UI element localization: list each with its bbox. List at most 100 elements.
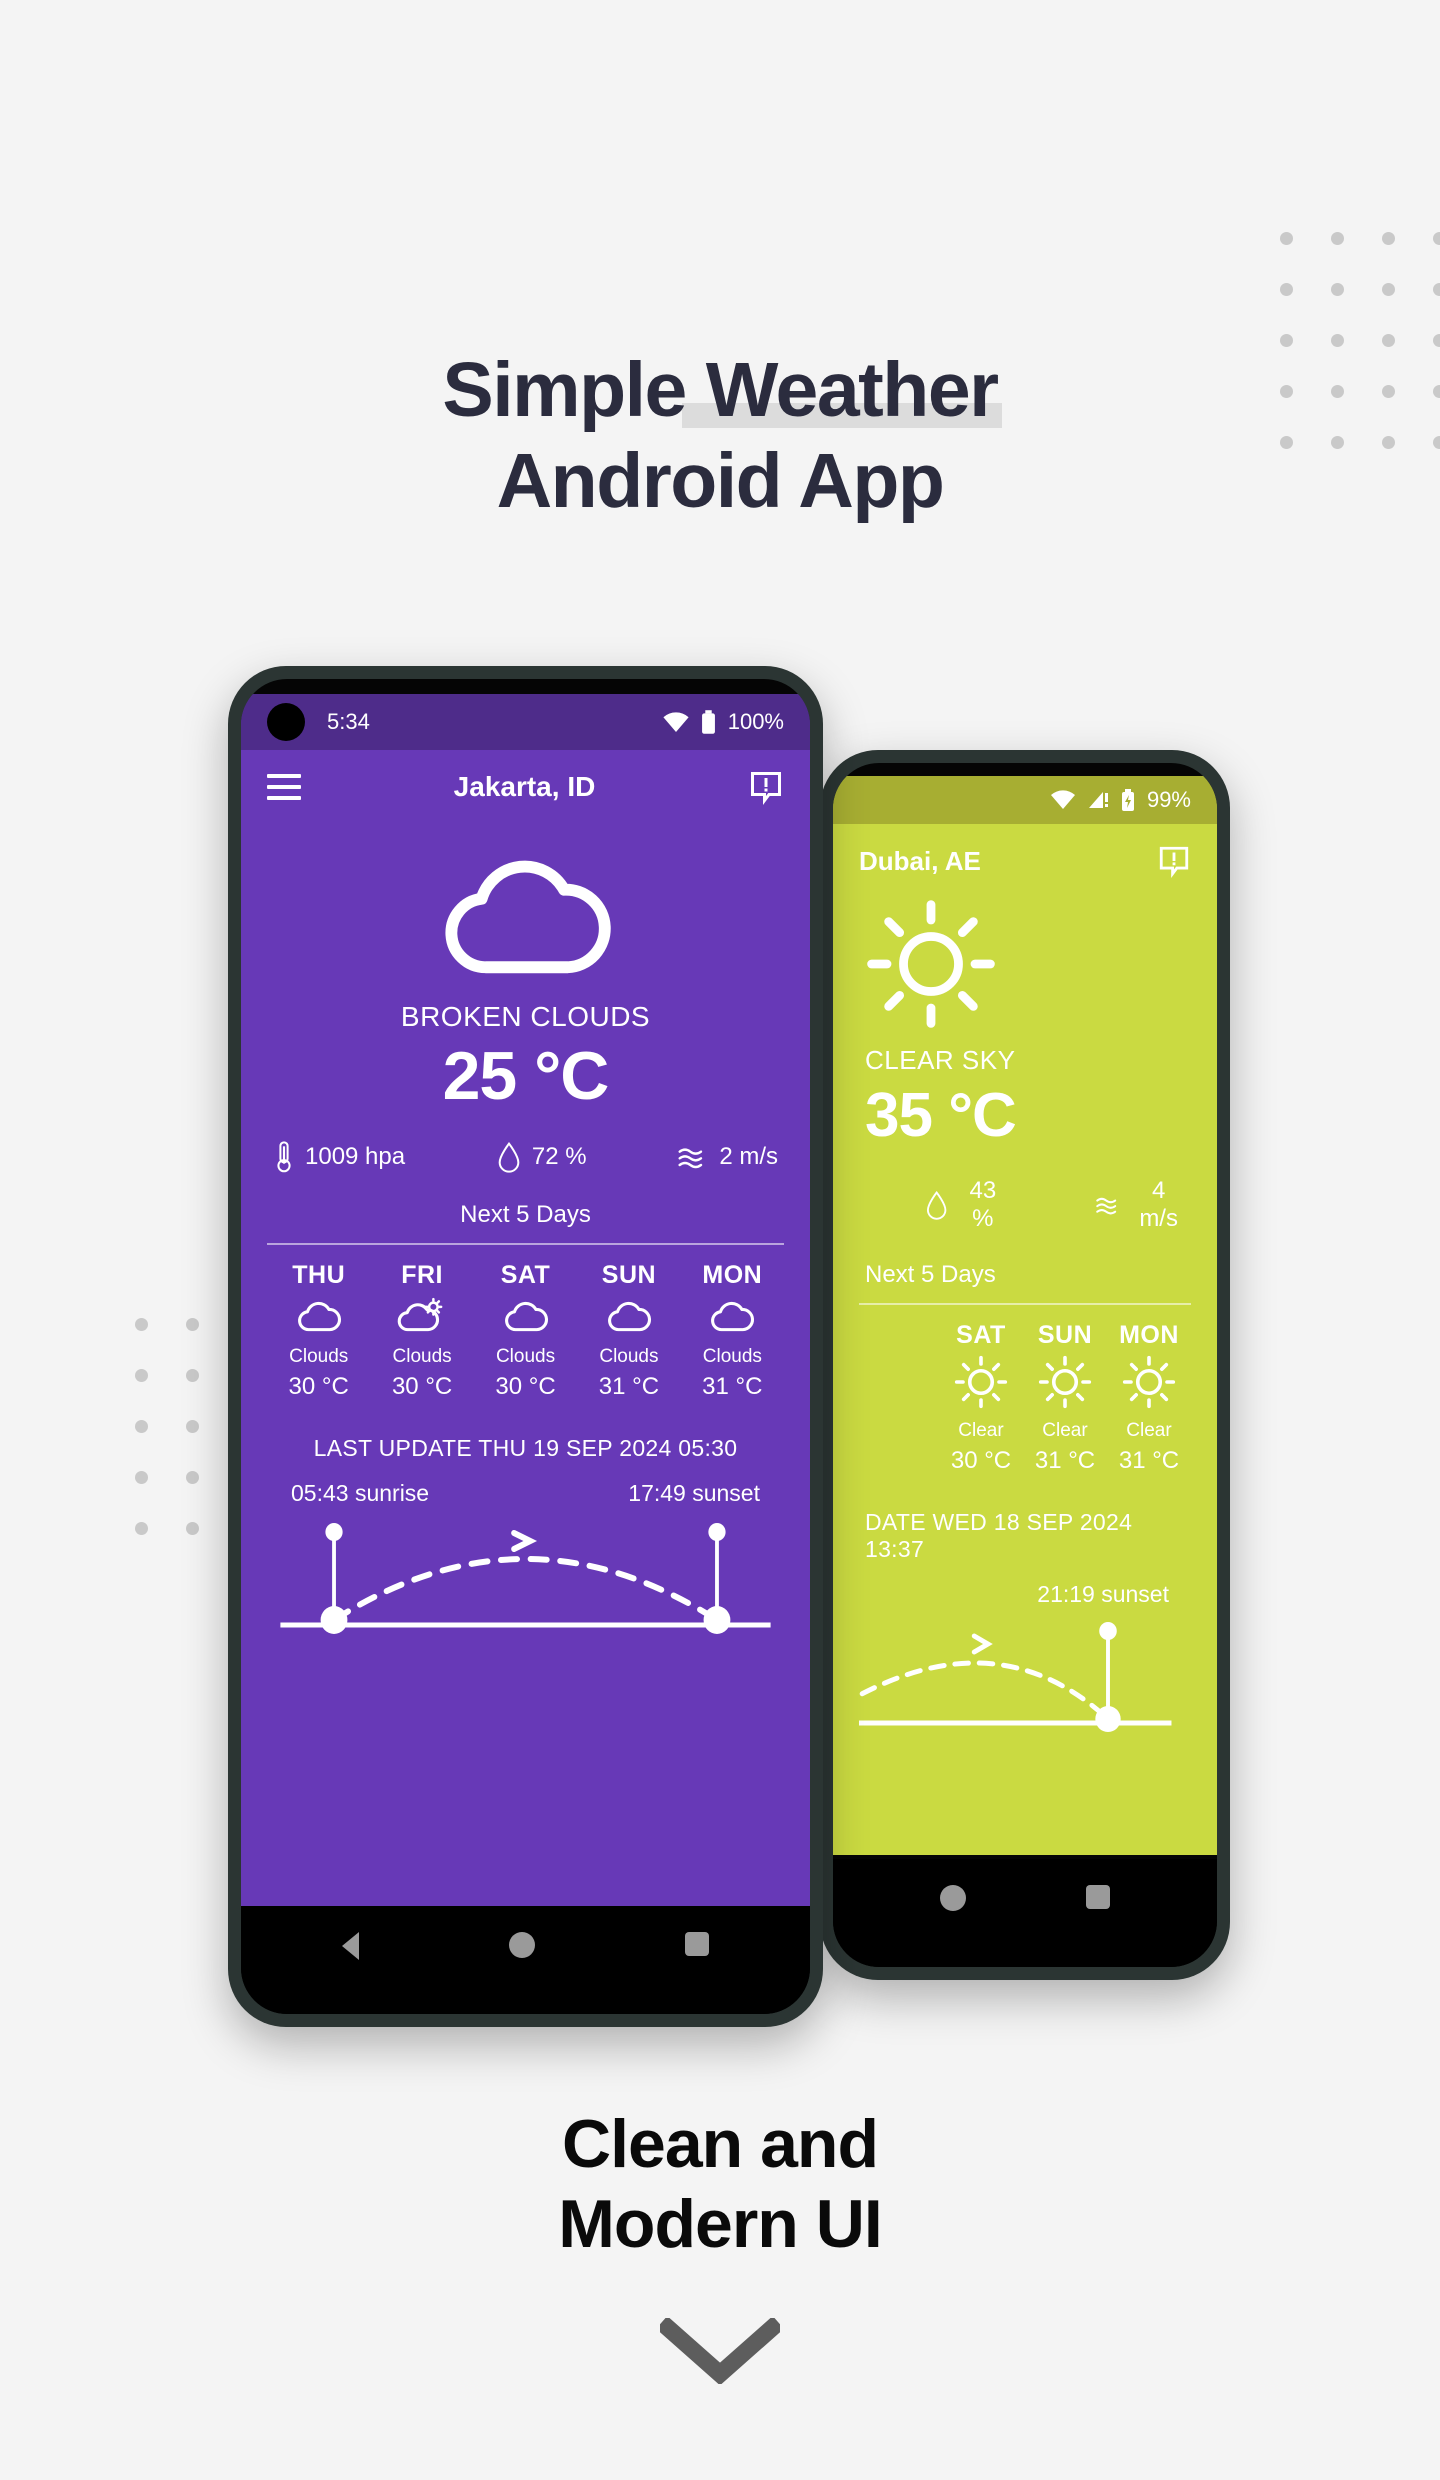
android-nav-bar — [241, 1906, 810, 2014]
metric-humidity-value-green: 43 % — [969, 1177, 997, 1232]
last-update-green: DATE WED 18 SEP 2024 13:37 — [865, 1509, 1133, 1562]
cloud-icon — [504, 1301, 548, 1332]
condition-text: BROKEN CLOUDS — [400, 1001, 651, 1032]
forecast-day-1[interactable]: FRI Clouds 30 °C — [370, 1261, 473, 1401]
forecast-temp: 31 °C — [1118, 1447, 1180, 1474]
hero-title-line-2: Android App — [496, 437, 945, 524]
last-update: LAST UPDATE THU 19 SEP 2024 05:30 — [313, 1435, 738, 1461]
forecast-day-label: MON — [1119, 1321, 1179, 1349]
temperature-green: 35 °C — [865, 1081, 1017, 1150]
bottom-title-line-2: Modern UI — [558, 2185, 882, 2262]
forecast-day-2-green[interactable]: MON Clear 31 °C — [1107, 1321, 1191, 1475]
decorative-dot — [135, 1318, 148, 1331]
forecast-desc: Clear — [1042, 1420, 1088, 1441]
wifi-icon — [663, 711, 689, 732]
phone-screen-frame-green: 99% Dubai, AE CLEAR SKY 35 °C 43 % 4 m/s… — [833, 763, 1217, 1967]
nav-back-icon[interactable] — [342, 1932, 359, 1960]
sun-path-graphic: 05:43 sunrise 17:49 sunset — [267, 1480, 784, 1634]
humidity-drop-icon — [926, 1190, 947, 1220]
next-5-days-label: Next 5 Days — [460, 1201, 591, 1228]
forecast-day-label: MON — [702, 1261, 763, 1289]
nav-home-icon[interactable] — [940, 1885, 966, 1911]
forecast-desc: Clouds — [599, 1346, 659, 1367]
bottom-title-line-1: Clean and — [562, 2106, 879, 2182]
sun-icon — [867, 900, 995, 1028]
forecast-day-label: SUN — [601, 1261, 657, 1289]
decorative-dot — [1331, 283, 1344, 296]
metrics-row-purple: 1009 hpa 72 % 2 m/s — [267, 1141, 784, 1173]
next-5-days-label-green: Next 5 Days — [865, 1261, 996, 1288]
wifi-icon — [1050, 790, 1075, 809]
forecast-day-1-green[interactable]: SUN Clear 31 °C — [1023, 1321, 1107, 1475]
decorative-dot — [186, 1471, 199, 1484]
chevron-down-icon[interactable] — [656, 2316, 784, 2389]
metric-wind-green: 4 m/s — [1095, 1177, 1185, 1233]
cloud-icon — [297, 1301, 341, 1332]
forecast-day-2[interactable]: SAT Clouds 30 °C — [474, 1261, 577, 1401]
forecast-day-0[interactable]: THU Clouds 30 °C — [267, 1261, 370, 1401]
decorative-dot — [135, 1420, 148, 1433]
feedback-alert-icon[interactable] — [748, 769, 784, 805]
thermometer-icon — [277, 1141, 291, 1173]
condition-text-green: CLEAR SKY — [865, 1045, 1016, 1075]
sunset-label: 17:49 sunset — [628, 1480, 760, 1506]
forecast-day-label: FRI — [401, 1261, 443, 1289]
forecast-day-label: SUN — [1037, 1321, 1093, 1349]
phone-mockup-dubai: 99% Dubai, AE CLEAR SKY 35 °C 43 % 4 m/s… — [820, 750, 1230, 1980]
nav-home-icon[interactable] — [509, 1932, 535, 1958]
forecast-desc: Clear — [1126, 1420, 1172, 1441]
phone-screen-frame-purple: 5:34 100% Jakarta, ID BROKEN CLOUDS 25 °… — [241, 679, 810, 2014]
metric-pressure: 1009 hpa — [273, 1141, 405, 1173]
forecast-day-label: THU — [292, 1261, 346, 1289]
phone-mockup-jakarta: 5:34 100% Jakarta, ID BROKEN CLOUDS 25 °… — [228, 666, 823, 2027]
forecast-day-3[interactable]: SUN Clouds 31 °C — [577, 1261, 680, 1401]
forecast-row-green: SAT Clear 30 °C SUN Clear 31 °C MON Clea… — [859, 1321, 1191, 1475]
sun-path-graphic-green: 21:19 sunset — [859, 1581, 1191, 1732]
nav-recents-icon[interactable] — [685, 1932, 709, 1956]
battery-percent-green: 99% — [1146, 787, 1191, 812]
divider-purple — [267, 1243, 784, 1245]
forecast-desc: Clouds — [392, 1346, 452, 1367]
hero-title-word-weather: Weather — [705, 347, 999, 433]
battery-percent: 100% — [727, 709, 784, 734]
forecast-temp: 31 °C — [702, 1373, 763, 1400]
app-bar-purple: Jakarta, ID — [241, 750, 810, 824]
decorative-dot — [186, 1318, 199, 1331]
app-bar-green: Dubai, AE — [833, 824, 1217, 898]
weather-content-green: CLEAR SKY 35 °C 43 % 4 m/s Next 5 Days S… — [833, 898, 1217, 1732]
cloud-icon — [711, 1301, 755, 1332]
hero-title-word-simple: Simple — [442, 347, 687, 433]
forecast-day-4[interactable]: MON Clouds 31 °C — [681, 1261, 784, 1401]
nav-recents-icon[interactable] — [1086, 1885, 1110, 1909]
humidity-drop-icon — [498, 1142, 520, 1173]
battery-charging-icon — [1121, 789, 1134, 811]
cloud-sun-icon — [397, 1297, 443, 1332]
forecast-temp: 30 °C — [950, 1447, 1012, 1474]
decorative-dot — [1280, 283, 1293, 296]
decorative-dot — [186, 1522, 199, 1535]
android-nav-bar-green — [833, 1859, 1217, 1967]
sun-icon — [954, 1355, 1008, 1409]
weather-content-purple: BROKEN CLOUDS 25 °C 1009 hpa 72 % 2 m/s … — [241, 824, 810, 1634]
poster-canvas: Simple Weather Android App 99% Dubai, AE — [0, 0, 1440, 2480]
forecast-desc: Clouds — [495, 1346, 556, 1367]
forecast-temp: 31 °C — [1034, 1447, 1096, 1474]
decorative-dot — [135, 1471, 148, 1484]
location-title: Jakarta, ID — [453, 771, 596, 802]
decorative-dot — [186, 1420, 199, 1433]
metric-humidity-value: 72 % — [531, 1143, 587, 1170]
sun-icon — [1038, 1355, 1092, 1409]
wind-waves-icon — [1096, 1197, 1117, 1215]
feedback-alert-icon[interactable] — [1157, 844, 1191, 878]
forecast-day-0-green[interactable]: SAT Clear 30 °C — [939, 1321, 1023, 1475]
app-screen-purple: 5:34 100% Jakarta, ID BROKEN CLOUDS 25 °… — [241, 694, 810, 1906]
sunrise-label: 05:43 sunrise — [291, 1480, 430, 1506]
metric-wind: 2 m/s — [677, 1143, 778, 1171]
status-bar-green: 99% — [833, 776, 1217, 824]
hamburger-menu-icon[interactable] — [267, 774, 301, 800]
app-screen-green: 99% Dubai, AE CLEAR SKY 35 °C 43 % 4 m/s… — [833, 776, 1217, 1855]
metric-humidity-green: 43 % — [925, 1177, 1007, 1233]
decorative-dot — [186, 1369, 199, 1382]
cloud-icon — [444, 860, 611, 974]
forecast-desc: Clear — [958, 1420, 1004, 1441]
